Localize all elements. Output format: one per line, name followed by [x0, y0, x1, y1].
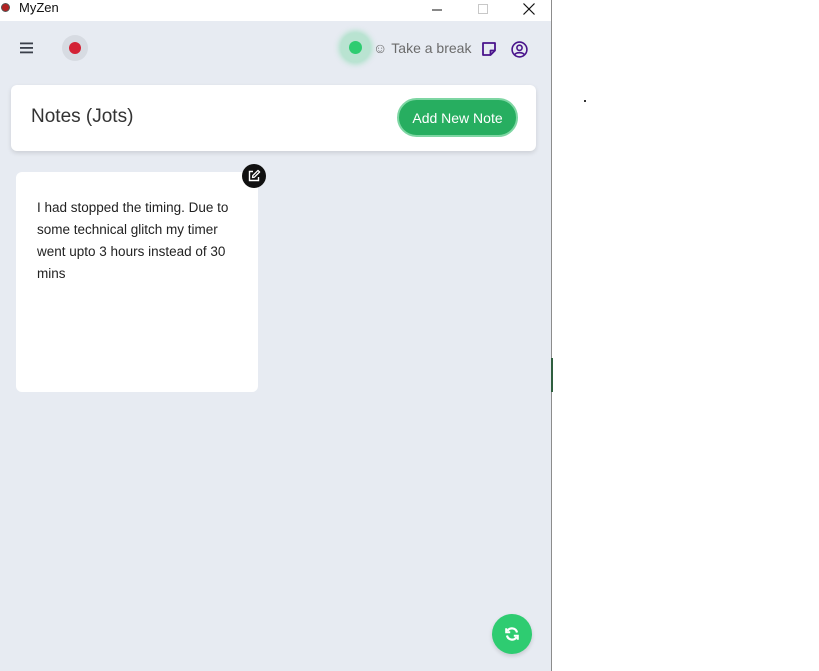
- smile-icon: ☺: [373, 40, 388, 56]
- page-title: Notes (Jots): [31, 106, 134, 127]
- app-window: MyZen ☺ Take a break Notes (Jots) Add Ne…: [0, 0, 552, 671]
- user-circle-icon[interactable]: [511, 41, 528, 58]
- note-text: I had stopped the timing. Due to some te…: [37, 200, 229, 281]
- window-edge-mark: [551, 358, 553, 392]
- record-button[interactable]: [62, 35, 88, 61]
- sticky-note-icon[interactable]: [481, 41, 497, 57]
- notes-header-card: Notes (Jots) Add New Note: [11, 85, 536, 151]
- refresh-icon: [505, 627, 519, 641]
- close-button[interactable]: [506, 0, 551, 21]
- edit-icon: [248, 169, 261, 182]
- minimize-button[interactable]: [414, 0, 460, 21]
- refresh-button[interactable]: [492, 614, 532, 654]
- edit-note-button[interactable]: [242, 164, 266, 188]
- status-indicator: [341, 33, 370, 62]
- window-title: MyZen: [19, 0, 59, 15]
- desktop-dot: [584, 100, 586, 102]
- add-new-note-button[interactable]: Add New Note: [397, 98, 518, 137]
- minimize-icon: [432, 9, 442, 11]
- app-logo-icon: [1, 3, 10, 12]
- note-card[interactable]: I had stopped the timing. Due to some te…: [16, 172, 258, 392]
- close-icon: [523, 3, 535, 15]
- maximize-icon: [478, 4, 488, 14]
- take-a-break-button[interactable]: ☺ Take a break: [373, 39, 471, 57]
- title-bar: MyZen: [0, 0, 551, 21]
- take-a-break-label: Take a break: [391, 40, 472, 56]
- maximize-button[interactable]: [460, 0, 506, 21]
- hamburger-menu-icon[interactable]: [20, 41, 34, 55]
